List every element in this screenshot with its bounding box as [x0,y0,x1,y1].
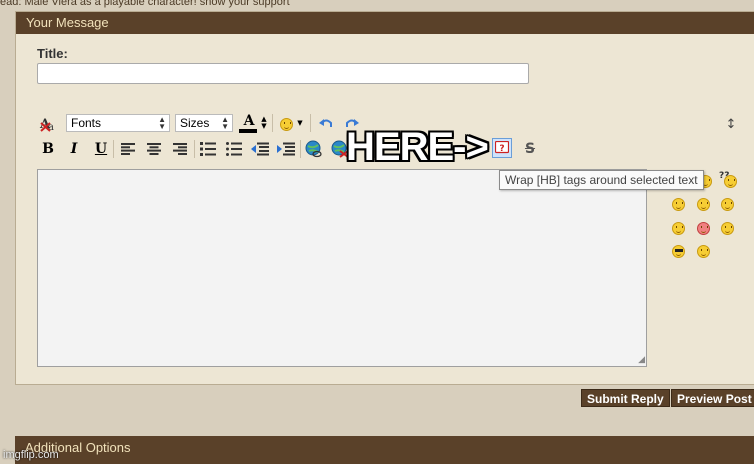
smiley-icon[interactable] [697,198,710,211]
align-left-icon[interactable] [118,139,138,159]
unordered-list-icon[interactable] [224,139,244,159]
thread-title-line: ead: Male Viera as a playable character!… [0,0,290,8]
confused-smiley-icon[interactable] [724,175,737,188]
title-input[interactable] [37,63,529,84]
italic-button[interactable]: I [64,139,84,159]
toolbar-divider [272,114,273,132]
additional-options-bar[interactable]: Additional Options [15,436,754,464]
bold-icon: B [42,141,54,157]
outdent-icon[interactable] [250,139,270,159]
smiley-icon[interactable] [721,198,734,211]
align-center-icon[interactable] [144,139,164,159]
resize-grip-icon[interactable]: ◢ [638,356,645,365]
ordered-list-icon[interactable] [198,139,218,159]
here-annotation: HERE-> [346,125,489,169]
angry-smiley-icon[interactable] [697,222,710,235]
bold-button[interactable]: B [38,139,58,159]
toolbar-divider [310,114,311,132]
message-panel: Your Message Title: Aa Fonts ▲ ▼ Sizes ▲ ▼… [15,11,754,385]
italic-icon: I [70,141,78,157]
toolbar-divider [194,140,195,158]
toolbar-divider [113,140,114,158]
smiley-icon[interactable] [672,198,685,211]
cool-smiley-icon[interactable] [672,245,685,258]
panel-header: Your Message [16,12,754,34]
font-color-button[interactable]: A [238,113,260,133]
preview-post-button[interactable]: Preview Post [671,389,754,407]
hb-tag-icon: ? [495,141,509,154]
submit-reply-button[interactable]: Submit Reply [581,389,670,407]
hb-tag-button[interactable]: ? [492,138,512,158]
smiley-icon[interactable] [280,118,293,131]
strikethrough-icon: S [524,141,536,157]
wink-smiley-icon[interactable] [721,222,734,235]
title-label: Title: [37,46,68,61]
size-select-value: Sizes [180,116,210,130]
underline-icon: U [94,141,108,157]
indent-icon[interactable] [276,139,296,159]
sad-smiley-icon[interactable] [672,222,685,235]
message-textarea[interactable]: ◢ [37,169,647,367]
watermark: imgflip.com [3,449,59,461]
remove-format-icon[interactable]: Aa [38,114,58,134]
hb-tag-tooltip: Wrap [HB] tags around selected text [499,170,704,190]
insert-link-icon[interactable] [304,139,324,159]
sunglasses-icon [675,249,683,252]
size-select[interactable]: Sizes ▲ ▼ [175,114,233,132]
svg-text:?: ? [499,144,504,154]
font-select[interactable]: Fonts ▲ ▼ [66,114,170,132]
font-color-dropdown-icon[interactable]: ▲ ▼ [260,116,268,130]
chevron-down-icon: ▼ [221,122,229,131]
font-select-value: Fonts [71,116,102,130]
font-color-swatch [239,129,257,133]
strikethrough-button[interactable]: S [520,139,540,159]
font-color-icon: A [243,113,255,129]
resize-toggle-icon[interactable]: ↕ [724,114,738,134]
chevron-down-icon: ▼ [158,122,166,131]
surprised-smiley-icon[interactable] [697,245,710,258]
smiley-dropdown-icon[interactable]: ▼ [296,116,304,130]
align-right-icon[interactable] [170,139,190,159]
underline-button[interactable]: U [91,139,111,159]
toolbar-divider [300,140,301,158]
undo-icon[interactable] [316,114,336,134]
